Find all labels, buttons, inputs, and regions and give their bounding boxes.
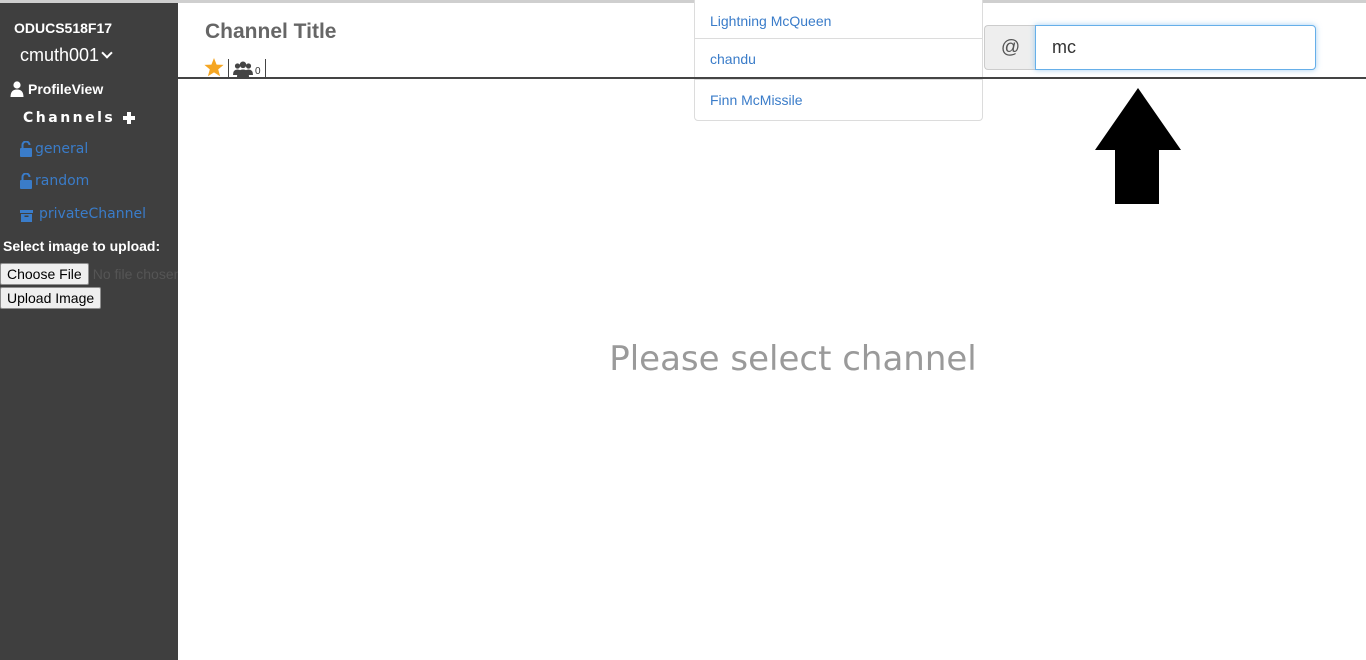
mention-search-input[interactable] [1035, 25, 1316, 70]
choose-file-button[interactable]: Choose File [0, 263, 89, 285]
channel-item-privatechannel[interactable]: privateChannel [20, 206, 146, 222]
up-arrow-annotation [1095, 88, 1181, 204]
user-menu[interactable]: cmuth001 [20, 45, 113, 66]
upload-label: Select image to upload: [3, 238, 161, 254]
sidebar: ODUCS518F17 cmuth001 ProfileView Channel… [0, 3, 178, 660]
user-icon [10, 81, 24, 97]
file-picker: Choose File No file chosen [0, 263, 178, 285]
channel-meta: 0 [204, 55, 270, 77]
suggestion-item[interactable]: Finn McMissile [694, 79, 983, 121]
channel-item-general[interactable]: general [20, 141, 88, 157]
divider [228, 59, 229, 77]
channel-item-random[interactable]: random [20, 173, 89, 189]
no-file-text: No file chosen [92, 266, 178, 282]
username: cmuth001 [20, 45, 100, 65]
channel-title: Channel Title [205, 20, 337, 43]
profile-view-label: ProfileView [28, 81, 104, 97]
upload-image-button[interactable]: Upload Image [0, 287, 102, 309]
at-addon: @ [984, 25, 1036, 70]
archive-icon [20, 210, 33, 222]
channel-name: general [35, 141, 89, 157]
header-divider [178, 77, 1366, 79]
suggestion-item[interactable]: chandu [694, 38, 983, 80]
channel-name: random [35, 173, 90, 189]
profile-view-link[interactable]: ProfileView [10, 81, 103, 97]
add-channel-icon[interactable] [123, 112, 136, 124]
channels-header: Channels [23, 110, 136, 126]
unlock-icon [20, 141, 32, 157]
main-panel: Channel Title 0 Lightning McQueen chandu… [178, 0, 1366, 660]
empty-state-message: Please select channel [609, 339, 977, 379]
users-icon[interactable] [233, 61, 253, 77]
chevron-down-icon [101, 47, 113, 59]
unlock-icon [20, 173, 32, 189]
channels-header-label: Channels [23, 110, 116, 126]
star-icon[interactable] [204, 58, 224, 77]
member-count: 0 [255, 66, 261, 77]
channel-name: privateChannel [39, 206, 146, 222]
suggestion-item[interactable]: Lightning McQueen [694, 0, 983, 39]
team-name: ODUCS518F17 [14, 20, 113, 36]
divider [264, 59, 266, 77]
mention-suggestions: Lightning McQueen chandu Finn McMissile [694, 0, 983, 121]
